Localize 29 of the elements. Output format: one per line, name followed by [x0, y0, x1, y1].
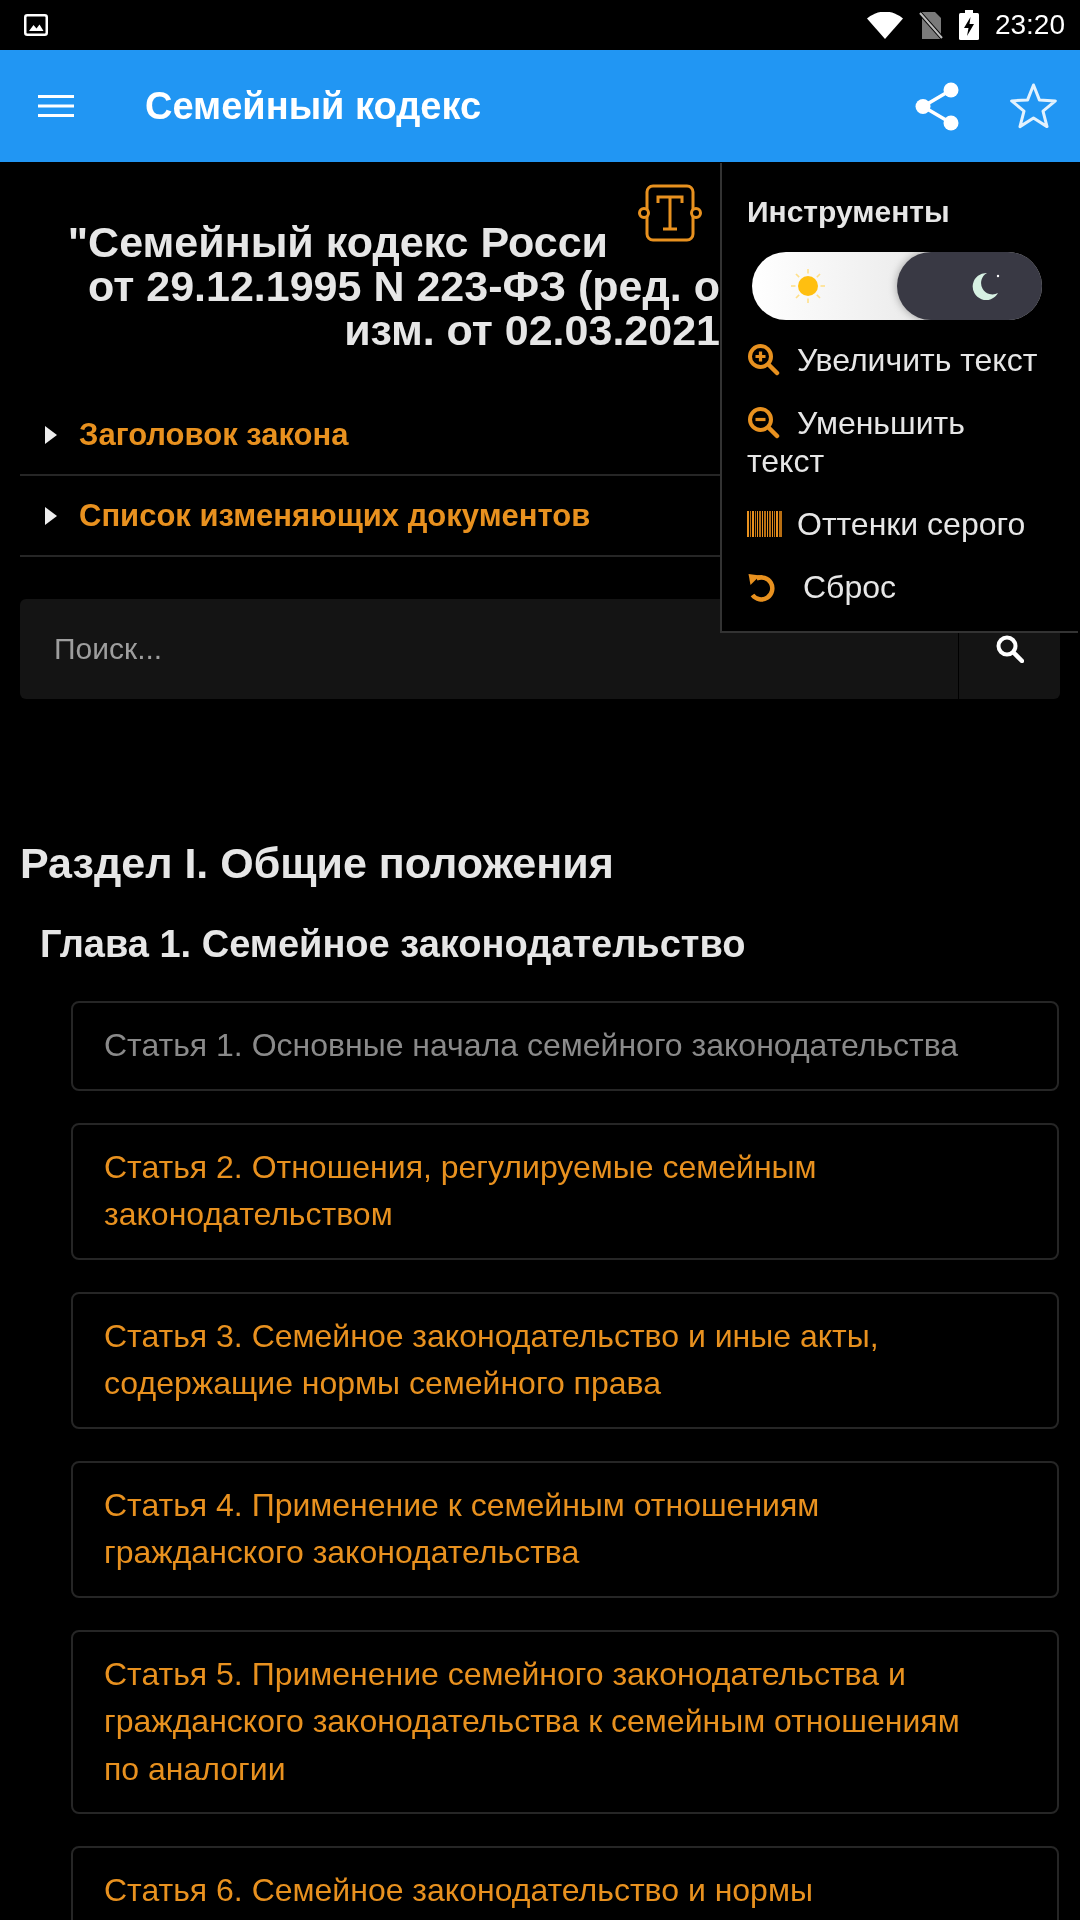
chapter-heading: Глава 1. Семейное законодательство [40, 922, 747, 967]
status-time: 23:20 [994, 9, 1065, 41]
article-link[interactable]: Статья 2. Отношения, регулируемые семейным законодательством [71, 1122, 1059, 1260]
menu-item[interactable]: Увеличить текст [747, 341, 1045, 380]
circular-arrow-icon [747, 571, 777, 602]
app-title: Семейный кодекс [145, 84, 482, 129]
vertical-stripes-icon [747, 510, 782, 537]
article-link[interactable]: Статья 6. Семейное законодательство и нормы [71, 1846, 1059, 1920]
menu-title: Инструменты [747, 194, 951, 230]
menu-icon[interactable] [38, 95, 74, 117]
share-icon[interactable] [915, 81, 959, 131]
wifi-icon [866, 11, 903, 39]
article-link[interactable]: Статья 4. Применение к семейным отношениям гражданского законодательства [71, 1460, 1059, 1598]
article-link[interactable]: Статья 3. Семейное законодательство и иные акты, содержащие нормы семейного права [71, 1291, 1059, 1429]
no-sim-icon [918, 10, 943, 40]
zoom-in-icon [747, 343, 780, 377]
star-icon[interactable] [1008, 82, 1059, 130]
zoom-out-icon [747, 406, 780, 440]
document-title: "Семейный кодекс Росси [67, 220, 608, 264]
battery-charging-icon [958, 10, 979, 40]
article-link[interactable]: Статья 5. Применение семейного законодательства и гражданского законодательства к семейным отношениям по аналогии [71, 1629, 1059, 1814]
switch-knob[interactable] [897, 252, 1042, 320]
menu-item[interactable]: Оттенки серого [747, 505, 1045, 544]
search-icon [995, 635, 1024, 663]
image-icon [24, 14, 48, 36]
section-heading: Раздел I. Общие положения [20, 839, 615, 887]
sun-icon [790, 268, 826, 304]
article-link[interactable]: Статья 1. Основные начала семейного законодательства [71, 1001, 1059, 1091]
text-frame-icon[interactable] [638, 184, 702, 242]
